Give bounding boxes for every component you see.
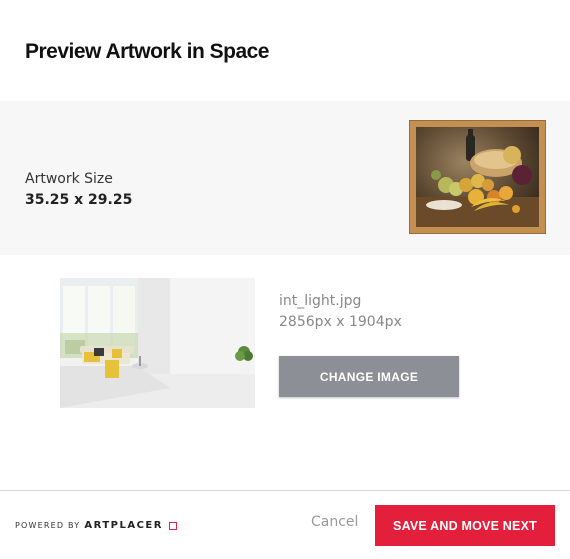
artwork-size-panel: Artwork Size 35.25 x 29.25 — [0, 101, 570, 255]
artwork-size-label: Artwork Size — [25, 171, 113, 187]
artplacer-logo-icon — [168, 521, 177, 530]
room-image-thumbnail — [60, 278, 255, 408]
cancel-link[interactable]: Cancel — [311, 514, 358, 530]
save-and-move-next-button[interactable]: SAVE AND MOVE NEXT — [375, 505, 555, 546]
still-life-painting — [416, 127, 539, 227]
footer-divider — [0, 490, 570, 491]
room-photo — [60, 278, 255, 408]
dialog-title: Preview Artwork in Space — [25, 40, 270, 63]
artwork-size-value: 35.25 x 29.25 — [25, 192, 133, 208]
artwork-thumbnail — [410, 121, 545, 233]
change-image-button[interactable]: CHANGE IMAGE — [279, 356, 459, 397]
space-file-dimensions: 2856px x 1904px — [279, 314, 402, 330]
artplacer-brand: ARTPLACER — [84, 520, 163, 531]
powered-by: POWERED BY ARTPLACER — [15, 520, 177, 531]
powered-by-prefix: POWERED BY — [15, 521, 81, 530]
space-file-name: int_light.jpg — [279, 293, 362, 309]
